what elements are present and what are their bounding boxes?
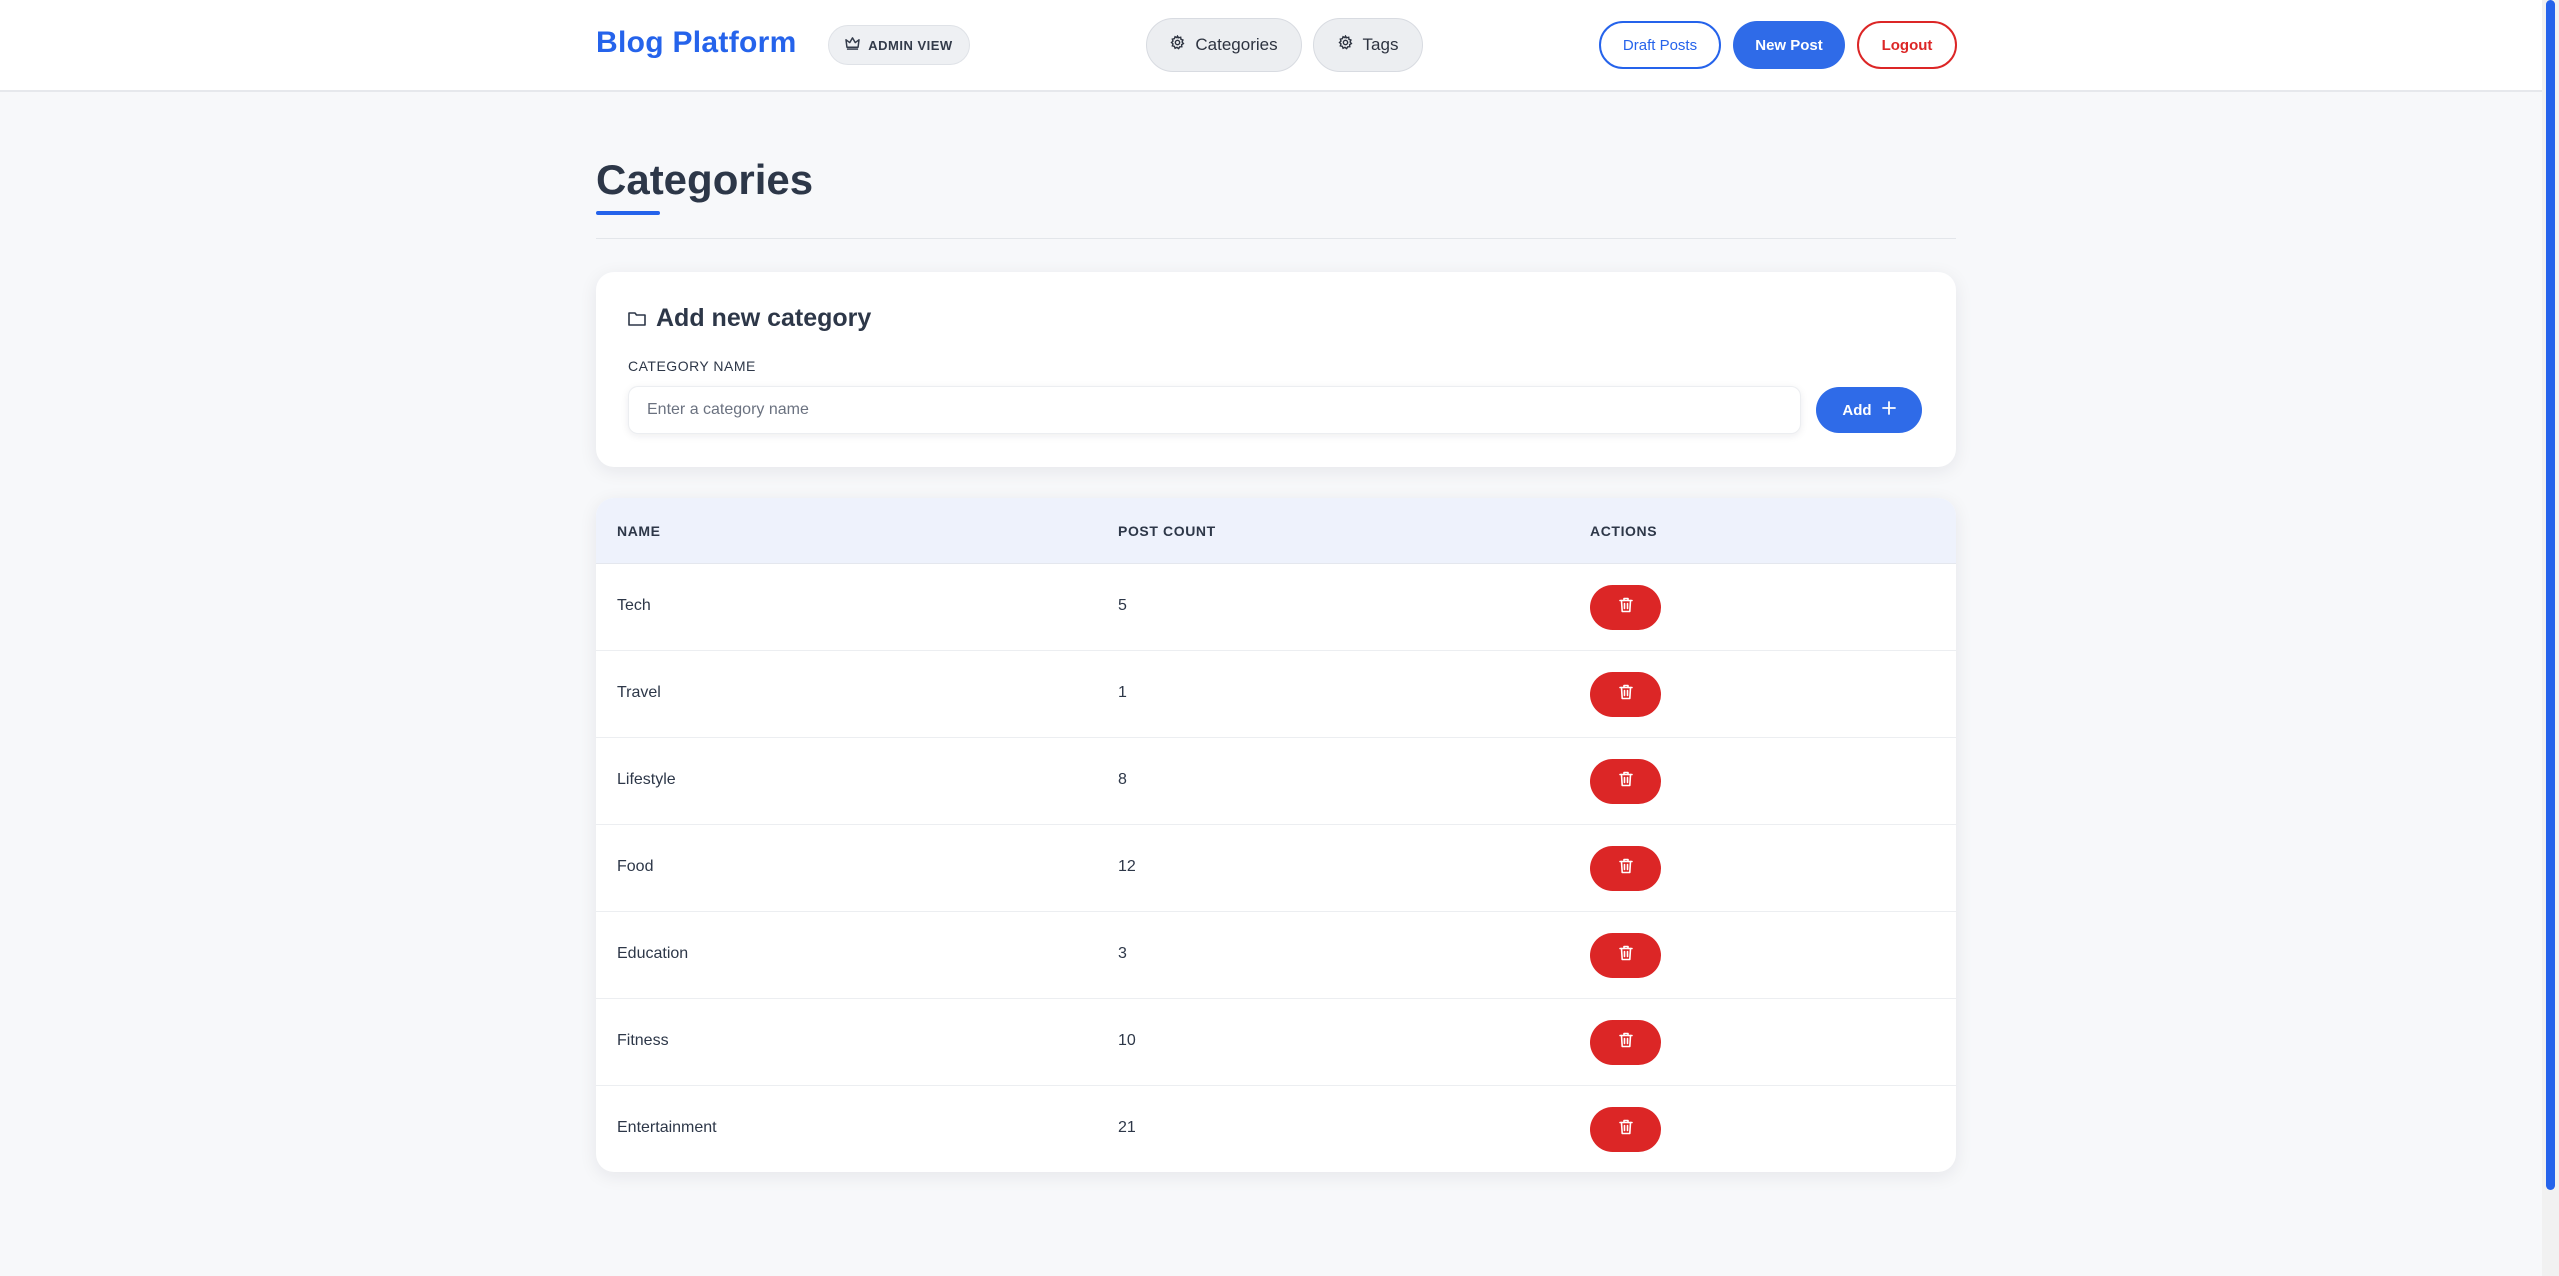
admin-view-badge: ADMIN VIEW [828,25,970,65]
table-header: NAME POST COUNT ACTIONS [596,498,1956,564]
add-category-heading-text: Add new category [656,304,872,332]
delete-category-button[interactable] [1590,672,1661,717]
trash-icon [1618,1032,1633,1053]
post-count-cell: 3 [1118,945,1127,962]
trash-icon [1618,771,1633,792]
add-button-label: Add [1842,401,1872,419]
post-count-cell: 12 [1118,858,1136,875]
page-scrollbar[interactable] [2542,0,2559,1276]
delete-category-button[interactable] [1590,759,1661,804]
category-name-cell: Entertainment [617,1119,717,1136]
post-count-cell: 8 [1118,771,1127,788]
column-header-actions: ACTIONS [1590,523,1658,539]
table-row: Fitness 10 [596,999,1956,1086]
table-row: Tech 5 [596,564,1956,651]
add-category-button[interactable]: Add [1816,387,1922,433]
new-post-button[interactable]: New Post [1733,21,1845,69]
category-name-cell: Travel [617,684,661,701]
category-name-cell: Fitness [617,1032,669,1049]
nav-categories-label: Categories [1195,35,1278,54]
table-row: Education 3 [596,912,1956,999]
table-row: Lifestyle 8 [596,738,1956,825]
trash-icon [1618,1119,1633,1140]
delete-category-button[interactable] [1590,846,1661,891]
trash-icon [1618,684,1633,705]
column-header-name: NAME [617,523,661,539]
gear-icon [1338,34,1353,55]
trash-icon [1618,945,1633,966]
post-count-cell: 10 [1118,1032,1136,1049]
brand-logo[interactable]: Blog Platform [596,26,797,60]
nav-tags-button[interactable]: Tags [1313,18,1423,72]
category-name-cell: Education [617,945,689,962]
column-header-post-count: POST COUNT [1118,523,1216,539]
title-divider [596,238,1956,239]
delete-category-button[interactable] [1590,585,1661,630]
category-name-label: CATEGORY NAME [628,358,756,374]
add-category-heading: Add new category [628,304,871,333]
post-count-cell: 5 [1118,597,1127,614]
nav-categories-button[interactable]: Categories [1146,18,1302,72]
scrollbar-thumb[interactable] [2546,0,2555,1190]
nav-tags-label: Tags [1362,35,1399,54]
category-name-cell: Tech [617,597,651,614]
table-row: Food 12 [596,825,1956,912]
category-name-cell: Food [617,858,654,875]
plus-icon [1881,401,1896,419]
add-category-card: Add new category CATEGORY NAME Add [596,272,1956,467]
delete-category-button[interactable] [1590,1020,1661,1065]
delete-category-button[interactable] [1590,1107,1661,1152]
category-name-cell: Lifestyle [617,771,676,788]
page-title: Categories [596,156,814,203]
trash-icon [1618,597,1633,618]
category-name-input[interactable] [628,386,1801,434]
post-count-cell: 21 [1118,1119,1136,1136]
admin-view-label: ADMIN VIEW [868,37,953,53]
post-count-cell: 1 [1118,684,1127,701]
title-accent-underline [596,211,660,215]
trash-icon [1618,858,1633,879]
top-navbar: Blog Platform ADMIN VIEW Categories Tags [0,0,2542,92]
gear-icon [1170,34,1185,55]
folder-icon [628,304,646,333]
delete-category-button[interactable] [1590,933,1661,978]
crown-icon [845,37,861,53]
logout-button[interactable]: Logout [1857,21,1957,69]
table-row: Entertainment 21 [596,1086,1956,1172]
categories-table: NAME POST COUNT ACTIONS Tech 5 Travel 1 … [596,498,1956,1172]
table-row: Travel 1 [596,651,1956,738]
draft-posts-button[interactable]: Draft Posts [1599,21,1721,69]
